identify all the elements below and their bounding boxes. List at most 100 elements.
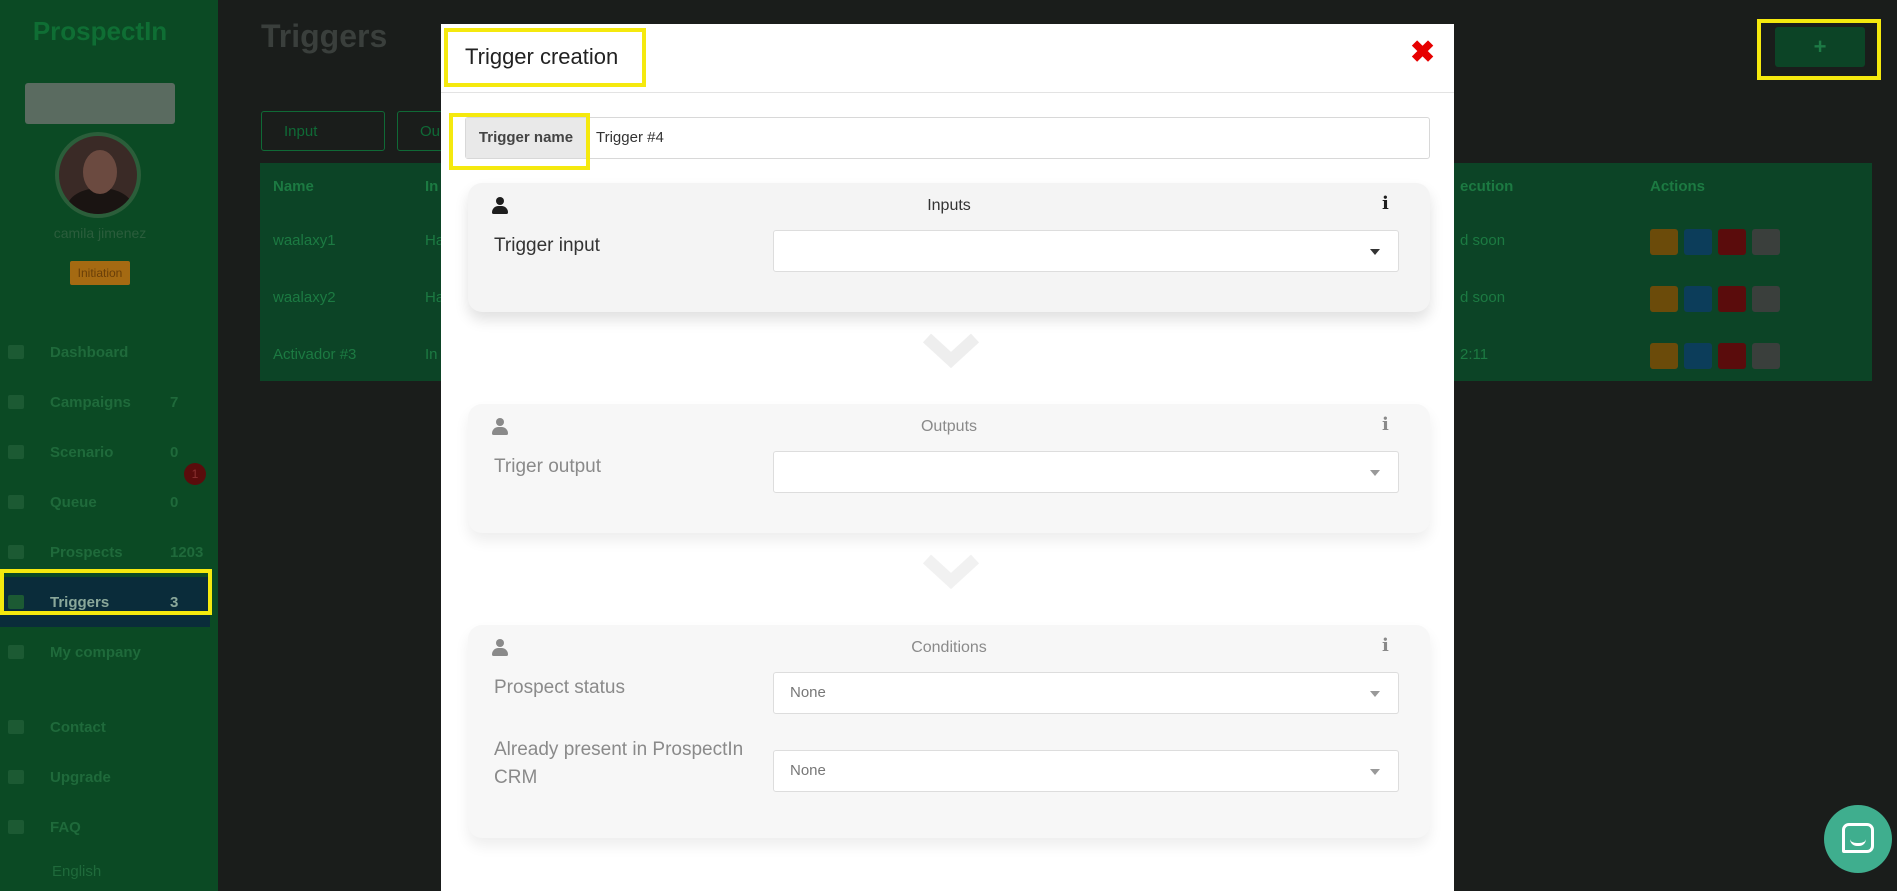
trigger-input-label: Trigger input: [494, 235, 600, 256]
input-filter-button[interactable]: Input: [261, 111, 385, 151]
info-icon[interactable]: i: [1382, 414, 1389, 435]
table-cell-execution: d soon: [1460, 289, 1506, 306]
username: camila jimenez: [53, 225, 147, 241]
table-cell-name[interactable]: waalaxy1: [273, 232, 336, 249]
avatar[interactable]: [55, 132, 141, 218]
table-cell-name[interactable]: Activador #3: [273, 346, 356, 363]
menu-button[interactable]: [1752, 229, 1780, 255]
sidebar-item-my-company[interactable]: My company: [0, 627, 210, 677]
table-header-execution: ecution: [1460, 178, 1514, 195]
delete-button[interactable]: [1718, 229, 1746, 255]
trigger-output-select[interactable]: [773, 451, 1399, 493]
caret-down-icon: [1370, 769, 1380, 775]
trigger-name-field[interactable]: Trigger name Trigger #4: [465, 117, 1430, 159]
sidebar-item-count: 0: [170, 443, 179, 461]
conditions-card-title: Conditions: [911, 639, 987, 656]
sidebar-item-prospects[interactable]: Prospects 1203: [0, 527, 210, 577]
chevron-down-icon: [922, 554, 980, 590]
info-icon[interactable]: i: [1382, 193, 1389, 214]
play-button[interactable]: [1650, 229, 1678, 255]
app-logo[interactable]: ProspectIn: [0, 16, 200, 47]
sidebar-item-label: Prospects: [50, 543, 123, 561]
sidebar-item-label: Queue: [50, 493, 97, 511]
list-icon: [8, 395, 24, 409]
trigger-name-input[interactable]: Trigger #4: [596, 118, 664, 158]
copy-button[interactable]: [1684, 343, 1712, 369]
caret-down-icon: [1370, 691, 1380, 697]
filter-label: Ou: [420, 123, 441, 140]
sidebar-item-label: Upgrade: [50, 768, 111, 786]
trigger-output-label: Triger output: [494, 456, 602, 477]
outputs-card: Outputs i Triger output: [468, 404, 1430, 533]
sidebar-item-triggers[interactable]: Triggers 3: [0, 577, 210, 627]
table-cell-name[interactable]: waalaxy2: [273, 289, 336, 306]
sidebar-item-label: Contact: [50, 718, 106, 736]
sidebar: ProspectIn camila jimenez Initiation Das…: [0, 0, 218, 891]
chevron-down-icon: [922, 333, 980, 369]
table-header-input: In: [425, 178, 439, 195]
power-icon: [8, 595, 24, 609]
menu-button[interactable]: [1752, 286, 1780, 312]
building-icon: [8, 645, 24, 659]
user-icon: [8, 545, 24, 559]
inputs-card: Inputs i Trigger input: [468, 183, 1430, 312]
table-header-name: Name: [273, 178, 314, 195]
info-icon[interactable]: i: [1382, 635, 1389, 656]
filter-label: Input: [284, 123, 318, 140]
sidebar-nav: Dashboard Campaigns 7 Scenario 0 Queue 0…: [0, 327, 210, 677]
filter-icon: [8, 445, 24, 459]
sidebar-item-scenario[interactable]: Scenario 0: [0, 427, 210, 477]
table-cell-execution: 2:11: [1460, 346, 1489, 363]
trigger-input-select[interactable]: [773, 230, 1399, 272]
delete-button[interactable]: [1718, 286, 1746, 312]
caret-down-icon: [1370, 249, 1380, 255]
prospect-status-select[interactable]: None: [773, 672, 1399, 714]
rocket-icon: [8, 770, 24, 784]
inputs-card-title: Inputs: [927, 197, 971, 214]
envelope-icon: [8, 720, 24, 734]
sync-icon: [8, 495, 24, 509]
sidebar-item-dashboard[interactable]: Dashboard: [0, 327, 210, 377]
sidebar-item-count: 3: [170, 593, 179, 611]
trigger-creation-modal: Trigger creation ✖ Trigger name Trigger …: [441, 24, 1454, 891]
already-present-crm-label: Already present in ProspectIn CRM: [494, 739, 744, 788]
sidebar-item-contact[interactable]: Contact: [0, 702, 210, 752]
chat-widget-button[interactable]: [1824, 805, 1892, 873]
sidebar-item-campaigns[interactable]: Campaigns 7: [0, 377, 210, 427]
caret-down-icon: [1370, 470, 1380, 476]
sidebar-item-count: 1203: [170, 543, 204, 561]
already-present-crm-select[interactable]: None: [773, 750, 1399, 792]
sidebar-item-count: 0: [170, 493, 179, 511]
sidebar-item-count: 7: [170, 393, 179, 411]
pause-button[interactable]: [1650, 343, 1678, 369]
close-icon[interactable]: ✖: [1410, 38, 1435, 68]
copy-button[interactable]: [1684, 229, 1712, 255]
prospect-status-label: Prospect status: [494, 677, 625, 698]
trigger-name-label: Trigger name: [466, 118, 586, 158]
add-trigger-button[interactable]: +: [1775, 27, 1865, 67]
sidebar-item-label: Campaigns: [50, 393, 131, 411]
question-icon: [8, 820, 24, 834]
sidebar-item-faq[interactable]: FAQ: [0, 802, 210, 852]
sidebar-item-label: My company: [50, 643, 141, 661]
table-header-actions: Actions: [1650, 178, 1706, 195]
menu-button[interactable]: [1752, 343, 1780, 369]
sidebar-search[interactable]: [25, 83, 175, 124]
plan-badge: Initiation: [70, 261, 130, 285]
select-value: None: [790, 762, 826, 779]
sidebar-item-upgrade[interactable]: Upgrade: [0, 752, 210, 802]
chat-icon: [1842, 823, 1874, 853]
queue-notification-badge: 1: [184, 463, 206, 485]
outputs-card-title: Outputs: [920, 418, 978, 435]
conditions-card: Conditions i Prospect status None Alread…: [468, 625, 1430, 838]
sidebar-bottom-nav: Contact Upgrade FAQ: [0, 702, 210, 852]
language-selector[interactable]: English: [52, 863, 101, 880]
modal-header: Trigger creation ✖: [441, 24, 1454, 93]
sidebar-item-label: Scenario: [50, 443, 114, 461]
modal-title: Trigger creation: [465, 44, 619, 69]
copy-button[interactable]: [1684, 286, 1712, 312]
play-button[interactable]: [1650, 286, 1678, 312]
sidebar-item-queue[interactable]: Queue 0: [0, 477, 210, 527]
table-cell-input: In: [425, 346, 438, 363]
delete-button[interactable]: [1718, 343, 1746, 369]
